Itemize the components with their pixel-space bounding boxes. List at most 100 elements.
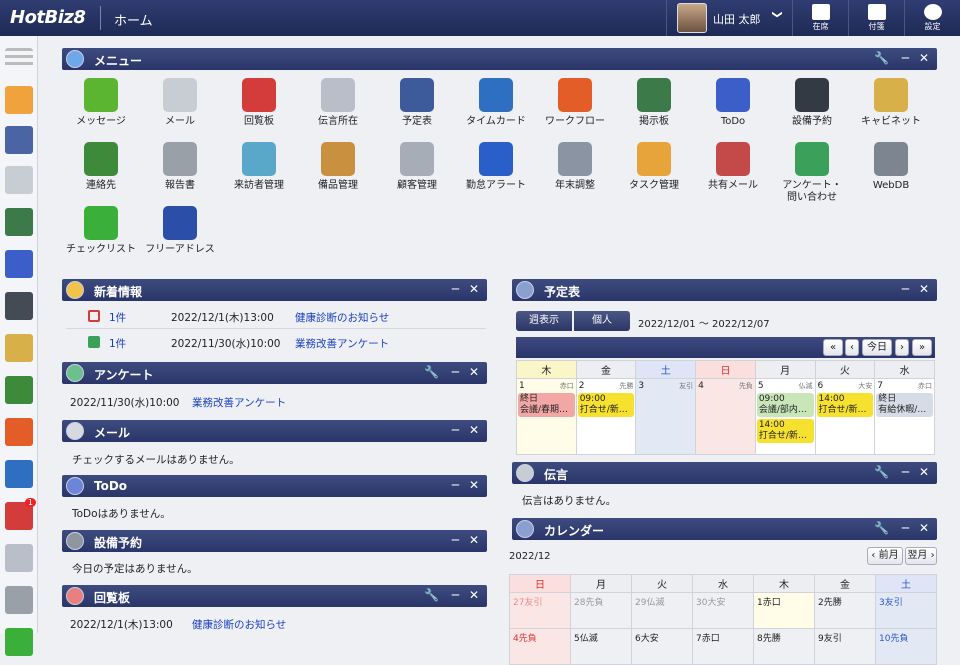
menu-item[interactable]: アンケート・ 問い合わせ xyxy=(773,142,851,204)
calendar-icon[interactable] xyxy=(5,126,33,154)
personal-toggle[interactable]: 個人 xyxy=(574,311,630,331)
wrench-icon[interactable]: 🔧 xyxy=(424,365,439,379)
menu-item[interactable]: WebDB xyxy=(852,142,930,192)
schedule-day-cell[interactable]: 1 赤口 終日 会議/春期… xyxy=(516,378,577,455)
presence-button[interactable]: 在席 xyxy=(792,0,848,36)
close-icon[interactable]: ✕ xyxy=(919,465,929,479)
wrench-icon[interactable]: 🔧 xyxy=(424,588,439,602)
minimize-icon[interactable]: ─ xyxy=(452,533,459,547)
schedule-event[interactable]: 14:00 打合せ/新… xyxy=(816,393,874,417)
cabinet-icon[interactable] xyxy=(5,334,33,362)
sticky-note-button[interactable]: 付箋 xyxy=(848,0,904,36)
menu-item[interactable]: メッセージ xyxy=(62,78,140,128)
calendar-day-cell[interactable]: 4先負 xyxy=(509,628,571,665)
menu-item[interactable]: 共有メール xyxy=(694,142,772,192)
schedule-day-cell[interactable]: 4 先負 xyxy=(695,378,756,455)
home-icon[interactable] xyxy=(5,86,33,114)
calendar-day-cell[interactable]: 1赤口 xyxy=(753,592,815,629)
menu-icon[interactable] xyxy=(5,48,33,68)
minimize-icon[interactable]: ─ xyxy=(452,588,459,602)
close-icon[interactable]: ✕ xyxy=(469,365,479,379)
settings-button[interactable]: 設定 xyxy=(904,0,960,36)
news-count[interactable]: 1件 xyxy=(109,310,126,325)
calendar-day-cell[interactable]: 7赤口 xyxy=(692,628,754,665)
user-menu[interactable]: 山田 太郎 ❯ xyxy=(666,0,792,36)
news-subject[interactable]: 健康診断のお知らせ xyxy=(295,310,389,325)
close-icon[interactable]: ✕ xyxy=(469,533,479,547)
message-icon[interactable] xyxy=(5,544,33,572)
schedule-day-cell[interactable]: 2 先勝 09:00 打合せ/新… xyxy=(575,378,637,455)
menu-item[interactable]: キャビネット xyxy=(852,78,930,128)
menu-item[interactable]: ToDo xyxy=(694,78,772,128)
news-subject[interactable]: 業務改善アンケート xyxy=(295,336,389,351)
survey-subject[interactable]: 業務改善アンケート xyxy=(192,395,286,410)
news-row[interactable]: 1件 2022/12/1(木)13:00 健康診断のお知らせ xyxy=(66,305,486,329)
minimize-icon[interactable]: ─ xyxy=(452,365,459,379)
last-button[interactable]: » xyxy=(912,339,932,356)
minimize-icon[interactable]: ─ xyxy=(902,282,909,296)
menu-item[interactable]: タイムカード xyxy=(457,78,535,128)
menu-item[interactable]: 顧客管理 xyxy=(378,142,456,192)
menu-item[interactable]: 予定表 xyxy=(378,78,456,128)
next-month-button[interactable]: 翌月 › xyxy=(905,547,937,565)
schedule-event[interactable]: 09:00 会議/部内… xyxy=(756,393,814,417)
week-view-toggle[interactable]: 週表示 xyxy=(516,311,572,331)
schedule-day-cell[interactable]: 7 赤口 終日 有給休暇/… xyxy=(874,378,935,455)
calendar-day-cell[interactable]: 2先勝 xyxy=(814,592,876,629)
checklist-icon[interactable] xyxy=(5,628,33,656)
news-count[interactable]: 1件 xyxy=(109,336,126,351)
schedule-event[interactable]: 14:00 打合せ/新… xyxy=(756,419,814,443)
menu-item[interactable]: 報告書 xyxy=(141,142,219,192)
wrench-icon[interactable]: 🔧 xyxy=(874,521,889,535)
menu-item[interactable]: 備品管理 xyxy=(299,142,377,192)
menu-item[interactable]: 勤怠アラート xyxy=(457,142,535,192)
close-icon[interactable]: ✕ xyxy=(469,282,479,296)
projector-icon[interactable] xyxy=(5,292,33,320)
timecard-icon[interactable] xyxy=(5,460,33,488)
circular-subject[interactable]: 健康診断のお知らせ xyxy=(192,617,286,632)
calendar-day-cell[interactable]: 28先負 xyxy=(570,592,632,629)
mail-icon[interactable] xyxy=(5,166,33,194)
schedule-event[interactable]: 09:00 打合せ/新… xyxy=(577,393,635,417)
workflow-icon[interactable] xyxy=(5,418,33,446)
minimize-icon[interactable]: ─ xyxy=(452,282,459,296)
prev-month-button[interactable]: ‹ 前月 xyxy=(867,547,903,565)
app-logo[interactable]: HotBiz8 xyxy=(10,7,86,28)
calendar-day-cell[interactable]: 5仏滅 xyxy=(570,628,632,665)
menu-item[interactable]: 掲示板 xyxy=(615,78,693,128)
calendar-day-cell[interactable]: 30大安 xyxy=(692,592,754,629)
wrench-icon[interactable]: 🔧 xyxy=(874,51,889,65)
close-icon[interactable]: ✕ xyxy=(919,51,929,65)
schedule-day-cell[interactable]: 6 大安 14:00 打合せ/新… xyxy=(814,378,876,455)
menu-item[interactable]: 回覧板 xyxy=(220,78,298,128)
next-button[interactable]: › xyxy=(895,339,909,356)
contacts-icon[interactable] xyxy=(5,376,33,404)
calendar-day-cell[interactable]: 6大安 xyxy=(631,628,693,665)
schedule-day-cell[interactable]: 5 仏滅 09:00 会議/部内… 14:00 打合せ/新… xyxy=(754,378,816,455)
close-icon[interactable]: ✕ xyxy=(469,588,479,602)
menu-item[interactable]: 連絡先 xyxy=(62,142,140,192)
report-icon[interactable] xyxy=(5,586,33,614)
minimize-icon[interactable]: ─ xyxy=(452,423,459,437)
calendar-day-cell[interactable]: 10先負 xyxy=(875,628,937,665)
minimize-icon[interactable]: ─ xyxy=(902,521,909,535)
close-icon[interactable]: ✕ xyxy=(469,478,479,492)
prev-button[interactable]: ‹ xyxy=(845,339,859,356)
menu-item[interactable]: 伝言所在 xyxy=(299,78,377,128)
close-icon[interactable]: ✕ xyxy=(919,282,929,296)
bulletin-icon[interactable] xyxy=(5,208,33,236)
first-button[interactable]: « xyxy=(823,339,843,356)
schedule-event[interactable]: 終日 会議/春期… xyxy=(518,393,575,417)
menu-item[interactable]: フリーアドレス xyxy=(141,206,219,256)
calendar-day-cell[interactable]: 9友引 xyxy=(814,628,876,665)
schedule-day-cell[interactable]: 3 友引 xyxy=(635,378,697,455)
todo-icon[interactable] xyxy=(5,250,33,278)
menu-item[interactable]: チェックリスト xyxy=(62,206,140,256)
minimize-icon[interactable]: ─ xyxy=(902,465,909,479)
menu-item[interactable]: メール xyxy=(141,78,219,128)
schedule-event[interactable]: 終日 有給休暇/… xyxy=(876,393,933,417)
circular-icon[interactable]: 1 xyxy=(5,498,36,530)
close-icon[interactable]: ✕ xyxy=(469,423,479,437)
calendar-day-cell[interactable]: 3友引 xyxy=(875,592,937,629)
today-button[interactable]: 今日 xyxy=(862,339,892,356)
